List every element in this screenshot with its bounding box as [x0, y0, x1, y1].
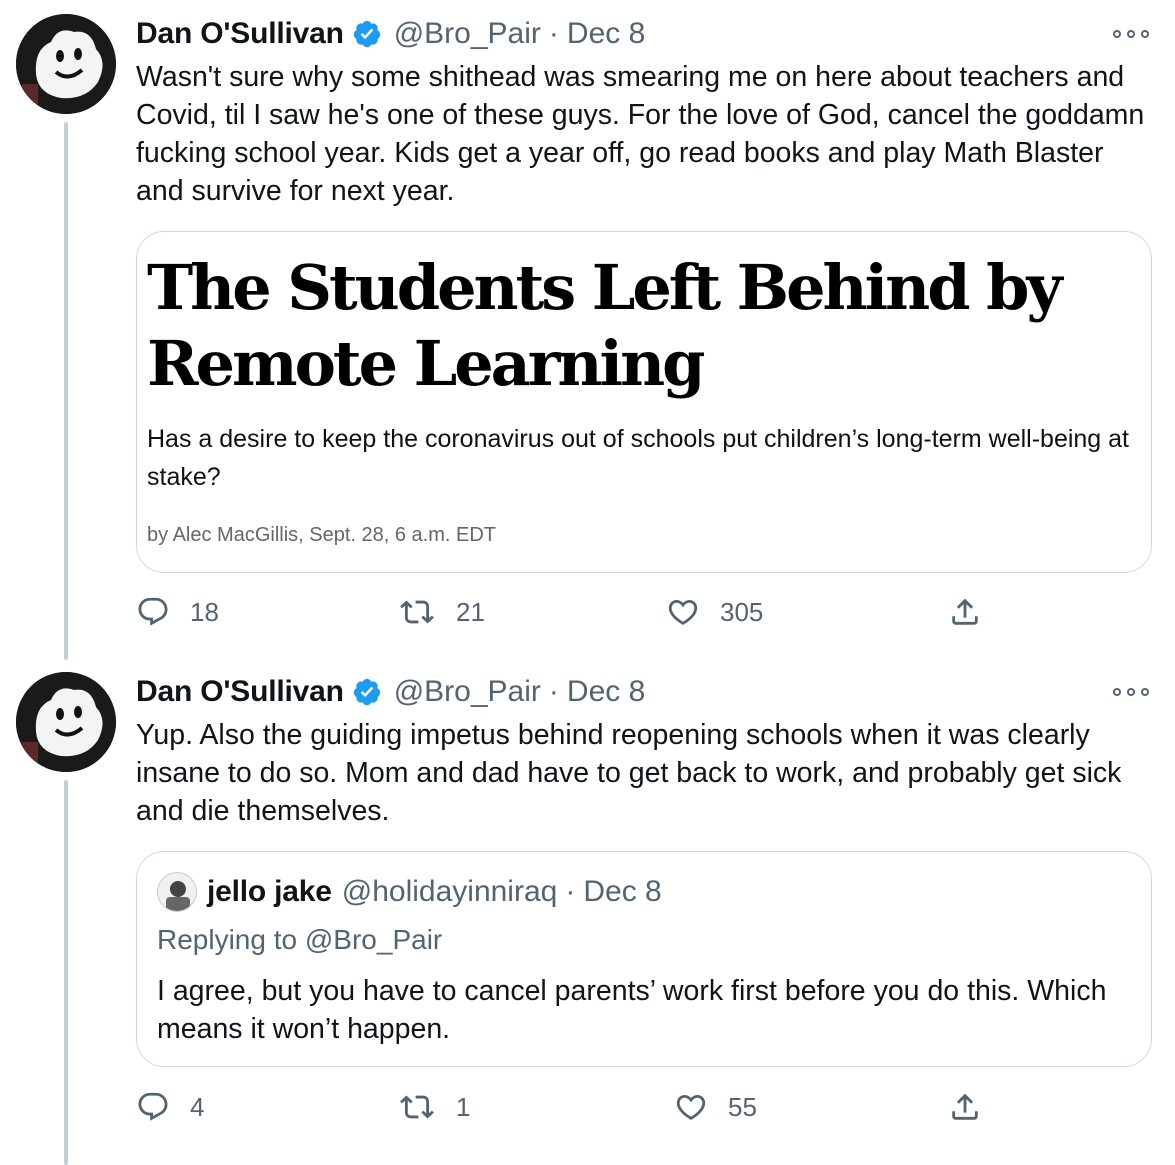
reply-button[interactable]: 18 [136, 592, 219, 632]
like-icon [668, 599, 698, 625]
retweet-icon [400, 600, 434, 624]
share-icon [952, 1093, 978, 1120]
quoted-author-handle: @holidayinniraq [341, 875, 558, 908]
retweet-count: 1 [456, 1091, 471, 1122]
tweet-text: Wasn't sure why some shithead was smeari… [136, 61, 1145, 207]
retweet-button[interactable]: 21 [398, 592, 485, 632]
like-button[interactable]: 305 [666, 592, 763, 632]
replying-to-label: Replying to [157, 924, 298, 955]
avatar[interactable] [16, 672, 116, 772]
quoted-tweet-header: jello jake @holidayinniraq · Dec 8 [157, 872, 662, 912]
retweet-button[interactable]: 1 [398, 1087, 470, 1127]
like-icon [676, 1094, 706, 1120]
card-headline: The Students Left Behind by Remote Learn… [147, 251, 1063, 400]
share-button[interactable] [948, 592, 982, 632]
separator: · [548, 675, 559, 708]
reply-count: 4 [190, 1091, 205, 1122]
tweet-header: Dan O'Sullivan @Bro_Pair · Dec 8 [136, 672, 645, 712]
author-handle[interactable]: @Bro_Pair [394, 675, 541, 709]
author-handle[interactable]: @Bro_Pair [394, 17, 541, 51]
replying-to-handle[interactable]: @Bro_Pair [305, 924, 442, 955]
more-icon[interactable] [1113, 682, 1149, 702]
like-count: 305 [720, 596, 764, 627]
card-description: Has a desire to keep the coronavirus out… [147, 425, 1130, 491]
quoted-author-name: jello jake [207, 875, 332, 908]
reply-count: 18 [190, 596, 219, 627]
tweet-date[interactable]: Dec 8 [567, 17, 645, 51]
tweet-actions: 4 1 55 [136, 1087, 1166, 1127]
tweet[interactable]: Dan O'Sullivan @Bro_Pair · Dec 8 Wasn't … [0, 0, 1175, 660]
separator: · [548, 17, 559, 50]
quoted-tweet-date: Dec 8 [583, 875, 662, 908]
reply-button[interactable]: 4 [136, 1087, 204, 1127]
retweet-count: 21 [456, 596, 485, 627]
share-button[interactable] [948, 1087, 982, 1127]
tweet-actions: 18 21 305 [136, 592, 1166, 632]
quoted-tweet-text: I agree, but you have to cancel parents’… [157, 975, 1107, 1045]
tweet-text: Yup. Also the guiding impetus behind reo… [136, 719, 1122, 827]
quoted-tweet[interactable]: jello jake @holidayinniraq · Dec 8 Reply… [136, 851, 1152, 1067]
quoted-avatar [157, 872, 197, 912]
verified-badge-icon [352, 19, 382, 49]
avatar[interactable] [16, 14, 116, 114]
more-icon[interactable] [1113, 24, 1149, 44]
like-button[interactable]: 55 [674, 1087, 757, 1127]
like-count: 55 [728, 1091, 757, 1122]
reply-icon [138, 1092, 168, 1121]
tweet-header: Dan O'Sullivan @Bro_Pair · Dec 8 [136, 14, 645, 54]
card-byline: by Alec MacGillis, Sept. 28, 6 a.m. EDT [147, 524, 497, 546]
tweet[interactable]: Dan O'Sullivan @Bro_Pair · Dec 8 Yup. Al… [0, 660, 1175, 1165]
reply-icon [138, 597, 168, 626]
author-name[interactable]: Dan O'Sullivan [136, 17, 344, 51]
share-icon [952, 598, 978, 625]
separator: · [565, 875, 576, 908]
tweet-date[interactable]: Dec 8 [567, 675, 645, 709]
retweet-icon [400, 1095, 434, 1119]
verified-badge-icon [352, 677, 382, 707]
link-card[interactable]: The Students Left Behind by Remote Learn… [136, 231, 1152, 573]
replying-to: Replying to @Bro_Pair [157, 924, 442, 956]
author-name[interactable]: Dan O'Sullivan [136, 675, 344, 709]
